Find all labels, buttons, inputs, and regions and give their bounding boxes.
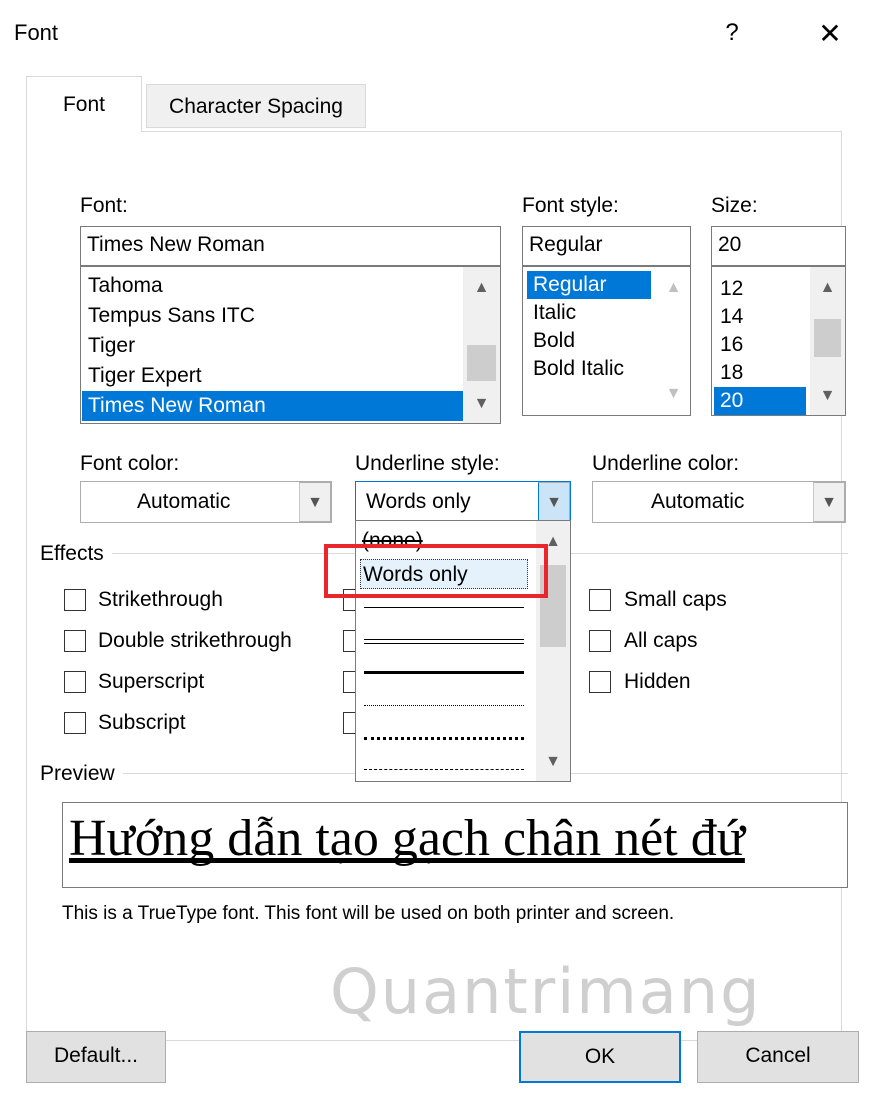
chevron-up-icon[interactable]: ▲ [810,273,845,303]
list-item[interactable]: Tiger Expert [82,361,463,391]
list-item[interactable]: Tahoma [82,271,463,301]
chevron-down-icon[interactable]: ▼ [463,389,500,419]
list-item[interactable]: 14 [714,303,806,331]
tab-character-spacing[interactable]: Character Spacing [146,84,366,128]
size-input[interactable]: 20 [711,226,846,266]
effects-header: Effects [40,542,112,566]
list-item[interactable]: Italic [527,299,651,327]
preview-note: This is a TrueType font. This font will … [62,903,675,924]
font-style-input[interactable]: Regular [522,226,691,266]
chevron-up-icon[interactable]: ▲ [463,273,500,303]
font-list-scrollbar[interactable]: ▲ ▼ [463,267,500,423]
font-style-list[interactable]: Regular Italic Bold Bold Italic ▲ ▼ [522,266,691,416]
chevron-down-icon[interactable]: ▼ [810,381,845,411]
font-color-label: Font color: [80,452,180,475]
font-label: Font: [80,194,128,217]
preview-header: Preview [40,762,123,786]
chevron-down-icon[interactable]: ▼ [657,379,690,409]
list-item-selected[interactable]: 20 [714,387,806,415]
underline-double-option[interactable] [364,639,524,644]
size-scrollbar[interactable]: ▲ ▼ [810,267,845,415]
double-strikethrough-checkbox[interactable] [64,630,86,652]
underline-style-select[interactable]: Words only ▼ [355,481,571,523]
scroll-thumb[interactable] [814,319,841,357]
preview-sample-text: Hướng dẫn tạo gạch chân nét đứ [69,810,745,867]
list-item[interactable]: 16 [714,331,806,359]
ok-button[interactable]: OK [519,1031,681,1083]
list-item[interactable]: 12 [714,275,806,303]
all-caps-label: All caps [624,629,698,652]
scroll-thumb[interactable] [467,345,496,381]
size-label: Size: [711,194,758,217]
default-button[interactable]: Default... [26,1031,166,1083]
underline-single-option[interactable] [364,607,524,608]
font-input[interactable]: Times New Roman [80,226,501,266]
subscript-label: Subscript [98,711,186,734]
underline-thick-option[interactable] [364,671,524,674]
superscript-label: Superscript [98,670,205,693]
size-list[interactable]: 12 14 16 18 20 ▲ ▼ [711,266,846,416]
double-strikethrough-label: Double strikethrough [98,629,292,652]
underline-color-select[interactable]: Automatic ▼ [592,481,846,523]
chevron-down-icon[interactable]: ▼ [536,747,570,777]
list-item[interactable]: Bold [527,327,651,355]
underline-dotted-option[interactable] [364,705,524,706]
highlight-box [324,544,548,598]
list-item[interactable]: Tempus Sans ITC [82,301,463,331]
strikethrough-label: Strikethrough [98,588,223,611]
hidden-checkbox[interactable] [589,671,611,693]
all-caps-checkbox[interactable] [589,630,611,652]
hidden-label: Hidden [624,670,691,693]
list-item[interactable]: Tiger [82,331,463,361]
small-caps-label: Small caps [624,588,727,611]
close-button[interactable]: ✕ [810,16,850,52]
font-list[interactable]: Tahoma Tempus Sans ITC Tiger Tiger Exper… [80,266,501,424]
chevron-down-icon[interactable]: ▼ [299,482,331,522]
list-item-selected[interactable]: Times New Roman [82,391,463,421]
subscript-checkbox[interactable] [64,712,86,734]
superscript-checkbox[interactable] [64,671,86,693]
chevron-down-icon[interactable]: ▼ [538,482,570,522]
strikethrough-checkbox[interactable] [64,589,86,611]
font-color-select[interactable]: Automatic ▼ [80,481,332,523]
list-item-selected[interactable]: Regular [527,271,651,299]
underline-dashed-option[interactable] [364,769,524,770]
tab-font[interactable]: Font [26,76,142,132]
font-color-value: Automatic [137,490,231,513]
dialog-title: Font [14,20,59,45]
chevron-up-icon[interactable]: ▲ [657,273,690,303]
preview-box: Hướng dẫn tạo gạch chân nét đứ [62,802,848,888]
underline-thick-dotted-option[interactable] [364,737,524,740]
underline-style-label: Underline style: [355,452,500,475]
underline-color-value: Automatic [651,490,745,513]
list-item[interactable]: Bold Italic [527,355,651,383]
underline-color-label: Underline color: [592,452,740,475]
cancel-button[interactable]: Cancel [697,1031,859,1083]
watermark-logo: Quantrimang [330,955,762,1028]
chevron-down-icon[interactable]: ▼ [813,482,845,522]
list-item[interactable]: 18 [714,359,806,387]
font-style-label: Font style: [522,194,619,217]
help-button[interactable]: ? [718,16,746,50]
small-caps-checkbox[interactable] [589,589,611,611]
font-style-scrollbar[interactable]: ▲ ▼ [657,267,690,415]
underline-style-value: Words only [366,490,471,513]
